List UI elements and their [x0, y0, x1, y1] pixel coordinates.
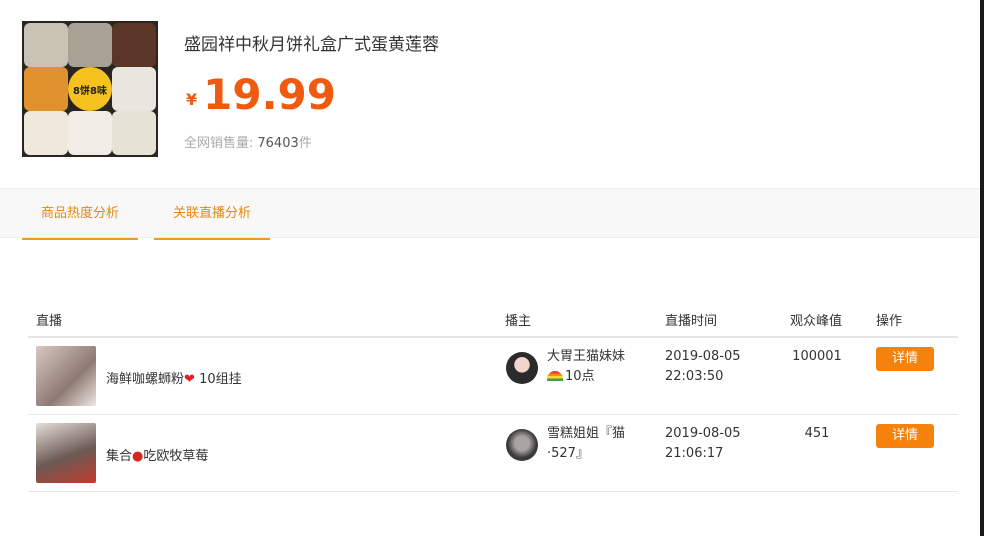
header-host: 播主 — [505, 314, 532, 329]
peak-viewers: 100001 — [792, 349, 842, 364]
live-cover[interactable] — [36, 423, 96, 483]
live-cover[interactable] — [36, 346, 96, 406]
host-name[interactable]: 雪糕姐姐『猫 ·527』 — [547, 424, 657, 464]
strawberry-icon: ● — [132, 449, 144, 464]
product-card: 8饼8味 盛园祥中秋月饼礼盒广式蛋黄莲蓉 ¥19.99 全网销售量: 76403件 — [0, 0, 980, 188]
table-row: 集合●吃欧牧草莓 雪糕姐姐『猫 ·527』 2019-08-05 21:06:1… — [28, 415, 958, 492]
currency-symbol: ¥ — [186, 90, 198, 109]
mooncake-image — [112, 23, 156, 67]
product-title[interactable]: 盛园祥中秋月饼礼盒广式蛋黄莲蓉 — [184, 30, 439, 55]
detail-button[interactable]: 详情 — [876, 347, 934, 371]
window-edge — [980, 0, 984, 536]
live-time: 2019-08-05 21:06:17 — [665, 426, 741, 461]
live-table: 直播 播主 直播时间 观众峰值 操作 海鲜咖螺蛳粉❤ 10组挂 大胃王猫妹妹 1… — [28, 298, 958, 492]
table-header: 直播 播主 直播时间 观众峰值 操作 — [28, 298, 958, 338]
mooncake-image — [24, 111, 68, 155]
live-time: 2019-08-05 22:03:50 — [665, 349, 741, 384]
live-title[interactable]: 集合●吃欧牧草莓 — [106, 445, 208, 464]
tab-related-live[interactable]: 关联直播分析 — [154, 189, 270, 240]
header-time: 直播时间 — [665, 314, 718, 329]
product-image[interactable]: 8饼8味 — [22, 21, 158, 157]
mooncake-image — [112, 67, 156, 111]
mooncake-image — [68, 111, 112, 155]
avatar[interactable] — [506, 352, 538, 384]
mooncake-image — [24, 23, 68, 67]
table-row: 海鲜咖螺蛳粉❤ 10组挂 大胃王猫妹妹 10点 2019-08-05 22:03… — [28, 338, 958, 415]
product-price: ¥19.99 — [186, 70, 336, 119]
header-action: 操作 — [876, 314, 903, 329]
sales-value: 76403 — [257, 136, 299, 151]
sales-volume: 全网销售量: 76403件 — [184, 132, 312, 151]
peak-viewers: 451 — [804, 426, 830, 441]
avatar[interactable] — [506, 429, 538, 461]
live-title[interactable]: 海鲜咖螺蛳粉❤ 10组挂 — [106, 368, 242, 387]
tab-product-heat[interactable]: 商品热度分析 — [22, 189, 138, 240]
price-value: 19.99 — [203, 70, 336, 119]
header-peak: 观众峰值 — [790, 314, 843, 329]
header-live: 直播 — [36, 314, 63, 329]
product-badge: 8饼8味 — [68, 67, 112, 111]
detail-button[interactable]: 详情 — [876, 424, 934, 448]
sales-unit: 件 — [298, 136, 312, 151]
analysis-tabs: 商品热度分析 关联直播分析 — [0, 188, 980, 240]
mooncake-image — [112, 111, 156, 155]
mooncake-image — [68, 23, 112, 67]
mooncake-image — [24, 67, 68, 111]
heart-icon: ❤ — [184, 372, 195, 387]
sales-label: 全网销售量: — [184, 136, 254, 151]
rainbow-icon — [547, 371, 563, 381]
host-name[interactable]: 大胃王猫妹妹 10点 — [547, 347, 657, 387]
